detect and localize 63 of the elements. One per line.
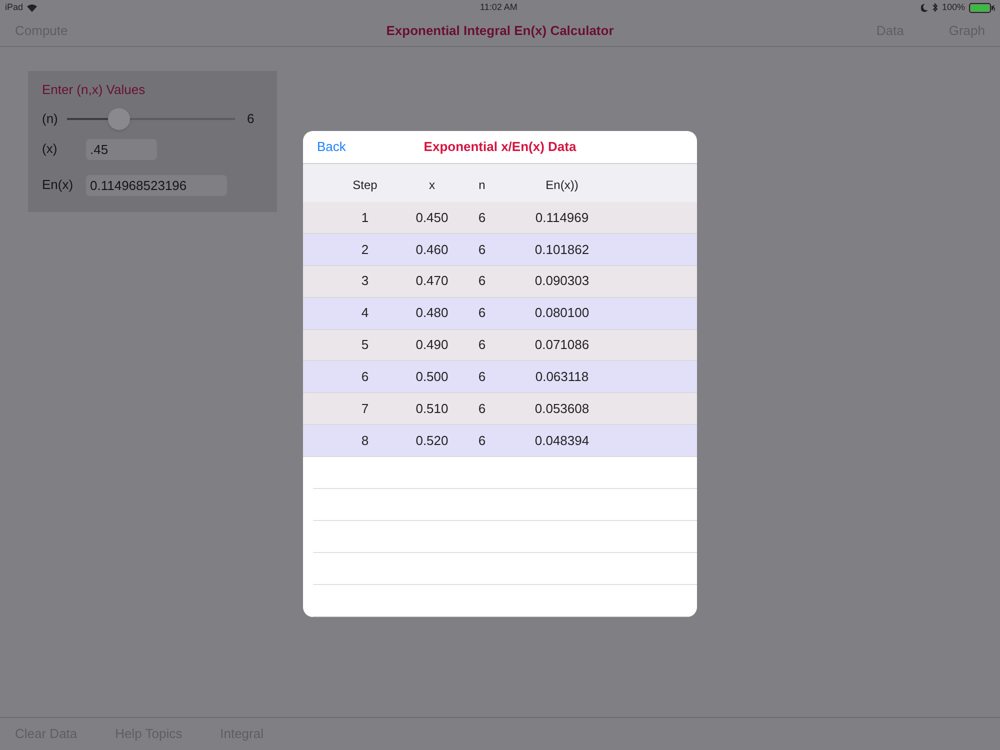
- back-button[interactable]: Back: [317, 137, 346, 157]
- status-time: 11:02 AM: [480, 0, 518, 14]
- table-cell-text: 0.101862: [534, 240, 590, 259]
- table-cell-text: 0.071086: [534, 336, 590, 354]
- nav-title: Exponential Integral En(x) Calculator: [386, 22, 614, 40]
- table-cell-text: 0.470: [414, 272, 450, 290]
- en-label: En(x): [42, 176, 74, 194]
- table-cell-text: 0.480: [414, 304, 450, 322]
- battery-icon: [969, 2, 995, 12]
- column-header: x: [428, 177, 436, 194]
- n-slider[interactable]: [67, 106, 235, 130]
- table-cell-text: 6: [477, 272, 487, 290]
- table-cell-text: 6: [477, 400, 487, 418]
- wifi-icon: [27, 4, 38, 12]
- table-cell-text: 6: [477, 368, 487, 386]
- table-cell-text: 0.053608: [534, 400, 590, 418]
- table-cell-text: 0.450: [414, 208, 450, 227]
- data-row[interactable]: 4 0.480 6 0.080100: [303, 298, 697, 330]
- en-result-field[interactable]: 0.114968523196: [86, 174, 227, 196]
- data-row[interactable]: 5 0.490 6 0.071086: [303, 330, 697, 362]
- table-cell-text: 6: [477, 336, 487, 354]
- column-header: n: [478, 177, 486, 194]
- data-row[interactable]: 7 0.510 6 0.053608: [303, 393, 697, 426]
- table-cell-text: 5: [360, 336, 370, 354]
- table-cell-text: 7: [360, 400, 370, 418]
- panel-title: Enter (n,x) Values: [42, 81, 146, 99]
- slider-thumb[interactable]: [108, 108, 130, 130]
- table-cell-text: 0.063118: [534, 368, 590, 386]
- data-row[interactable]: 6 0.500 6 0.063118: [303, 361, 697, 394]
- table-cell-text: 6: [360, 368, 370, 386]
- modal-title: Exponential x/En(x) Data: [424, 138, 576, 156]
- table-cell-text: 0.090303: [534, 272, 590, 290]
- table-cell-text: 3: [360, 272, 370, 290]
- table-cell-text: 1: [360, 208, 370, 227]
- table-cell-text: 6: [477, 240, 487, 259]
- battery-percent: 100%: [942, 0, 965, 14]
- table-cell-text: 0.048394: [534, 432, 590, 450]
- table-cell-text: 6: [477, 208, 487, 227]
- column-header: Step: [352, 177, 378, 194]
- n-value: 6: [247, 110, 254, 128]
- data-row[interactable]: 3 0.470 6 0.090303: [303, 266, 697, 298]
- table-cell-text: 0.460: [414, 240, 450, 259]
- table-cell-text: 0.114969: [534, 208, 590, 227]
- n-label: (n): [42, 110, 59, 128]
- table-cell-text: 0.080100: [534, 304, 590, 322]
- column-header: En(x)): [544, 177, 580, 194]
- data-row[interactable]: 1 0.450 6 0.114969: [303, 202, 697, 234]
- table-cell-text: 4: [360, 304, 370, 322]
- table-cell-text: 8: [360, 432, 370, 450]
- table-cell-text: 2: [360, 240, 370, 259]
- x-input-field[interactable]: .45: [86, 138, 157, 160]
- moon-icon: [920, 4, 928, 12]
- data-row[interactable]: 2 0.460 6 0.101862: [303, 234, 697, 266]
- table-cell-text: 0.500: [414, 368, 450, 386]
- table-cell-text: 0.490: [414, 336, 450, 354]
- table-cell-text: 0.510: [414, 400, 450, 418]
- device-name: iPad: [5, 0, 24, 14]
- x-label: (x): [42, 140, 58, 158]
- table-cell-text: 0.520: [414, 432, 450, 450]
- bluetooth-icon: [932, 3, 938, 12]
- table-cell-text: 6: [477, 432, 487, 450]
- table-cell-text: 6: [477, 304, 487, 322]
- data-row[interactable]: 8 0.520 6 0.048394: [303, 425, 697, 457]
